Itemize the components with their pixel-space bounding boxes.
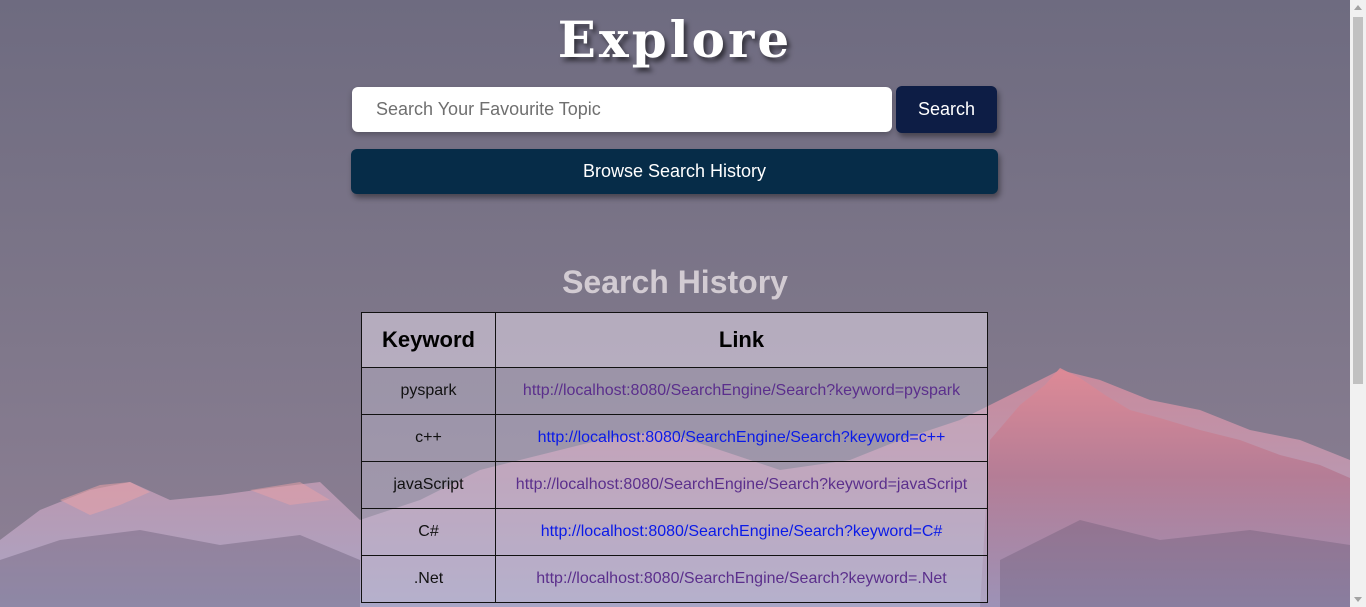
- search-input[interactable]: [352, 87, 892, 132]
- link-cell: http://localhost:8080/SearchEngine/Searc…: [495, 508, 988, 556]
- link-cell: http://localhost:8080/SearchEngine/Searc…: [495, 555, 988, 603]
- column-header-link: Link: [495, 312, 988, 368]
- link-cell: http://localhost:8080/SearchEngine/Searc…: [495, 461, 988, 509]
- scroll-up-arrow-icon[interactable]: [1354, 5, 1362, 10]
- keyword-cell: c++: [361, 414, 496, 462]
- scrollbar-thumb[interactable]: [1353, 17, 1363, 384]
- keyword-cell: javaScript: [361, 461, 496, 509]
- keyword-cell: C#: [361, 508, 496, 556]
- table-row: pyspark http://localhost:8080/SearchEngi…: [361, 367, 988, 415]
- browse-search-history-button[interactable]: Browse Search History: [351, 149, 998, 194]
- history-link[interactable]: http://localhost:8080/SearchEngine/Searc…: [541, 523, 943, 540]
- keyword-cell: .Net: [361, 555, 496, 603]
- table-row: c++ http://localhost:8080/SearchEngine/S…: [361, 414, 988, 462]
- table-row: javaScript http://localhost:8080/SearchE…: [361, 461, 988, 509]
- search-button[interactable]: Search: [896, 86, 997, 133]
- search-history-table: Keyword Link pyspark http://localhost:80…: [361, 312, 988, 603]
- search-history-title: Search History: [562, 264, 788, 300]
- page-content: Explore Search Browse Search History Sea…: [0, 0, 1350, 607]
- vertical-scrollbar[interactable]: [1350, 0, 1366, 607]
- brand-title: Explore: [557, 10, 793, 69]
- table-row: .Net http://localhost:8080/SearchEngine/…: [361, 555, 988, 603]
- history-link[interactable]: http://localhost:8080/SearchEngine/Searc…: [523, 382, 960, 399]
- history-link[interactable]: http://localhost:8080/SearchEngine/Searc…: [538, 429, 946, 446]
- scroll-down-arrow-icon[interactable]: [1354, 597, 1362, 602]
- table-header-row: Keyword Link: [361, 312, 988, 368]
- keyword-cell: pyspark: [361, 367, 496, 415]
- table-row: C# http://localhost:8080/SearchEngine/Se…: [361, 508, 988, 556]
- link-cell: http://localhost:8080/SearchEngine/Searc…: [495, 367, 988, 415]
- link-cell: http://localhost:8080/SearchEngine/Searc…: [495, 414, 988, 462]
- history-link[interactable]: http://localhost:8080/SearchEngine/Searc…: [536, 570, 946, 587]
- history-link[interactable]: http://localhost:8080/SearchEngine/Searc…: [516, 476, 967, 493]
- column-header-keyword: Keyword: [361, 312, 496, 368]
